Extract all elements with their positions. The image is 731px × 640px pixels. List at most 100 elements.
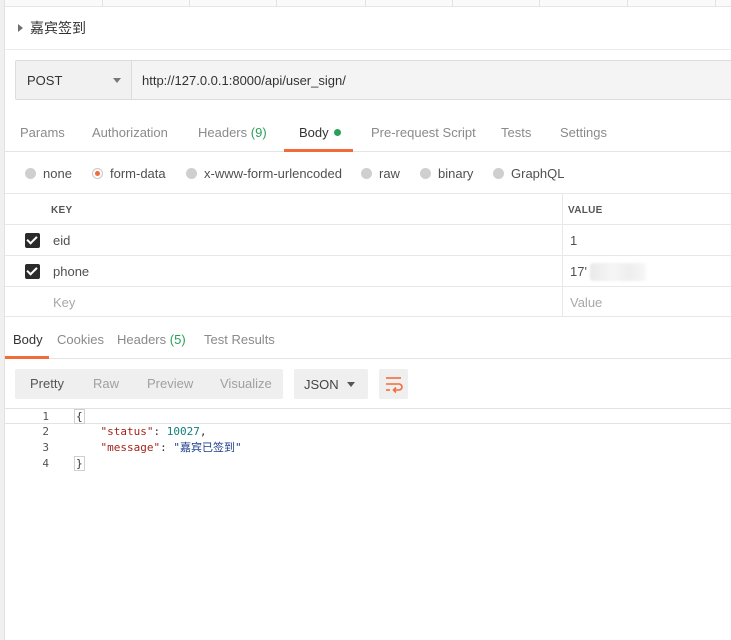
tab-pre-request-script[interactable]: Pre-request Script bbox=[371, 118, 476, 152]
row-checkbox[interactable] bbox=[25, 264, 40, 279]
table-row: eid 1 bbox=[5, 224, 731, 255]
response-tabs: Body Cookies Headers (5) Test Results bbox=[5, 326, 731, 359]
column-divider bbox=[562, 256, 563, 286]
view-visualize-button[interactable]: Visualize bbox=[220, 369, 272, 399]
tab-label: Headers bbox=[198, 125, 248, 140]
response-body-viewer[interactable]: 1 { 2 "status": 10027, 3 "message": "嘉宾已… bbox=[5, 408, 731, 472]
caret-right-icon[interactable] bbox=[18, 24, 23, 32]
request-name-header[interactable]: 嘉宾签到 bbox=[18, 18, 86, 38]
view-raw-button[interactable]: Raw bbox=[93, 369, 119, 399]
tab-label: Settings bbox=[560, 125, 607, 140]
row-checkbox[interactable] bbox=[25, 233, 40, 248]
tab-body[interactable]: Body bbox=[284, 118, 353, 152]
key-cell[interactable]: phone bbox=[53, 264, 89, 279]
radio-graphql[interactable]: GraphQL bbox=[493, 166, 564, 181]
tab-label: Body bbox=[299, 125, 329, 140]
radio-raw[interactable]: raw bbox=[361, 166, 400, 181]
request-tab-strip bbox=[5, 0, 731, 7]
divider bbox=[5, 49, 731, 50]
chevron-down-icon bbox=[347, 382, 355, 387]
tab-label: Headers bbox=[117, 332, 167, 347]
radio-selected-icon bbox=[92, 168, 103, 179]
tab-params[interactable]: Params bbox=[20, 118, 65, 152]
tab-cookies[interactable]: Cookies bbox=[57, 326, 104, 359]
tab-label: Tests bbox=[501, 125, 532, 140]
radio-label: form-data bbox=[110, 166, 166, 181]
tab-label: Pre-request Script bbox=[371, 125, 476, 140]
json-key: "message" bbox=[100, 441, 161, 454]
radio-label: GraphQL bbox=[511, 166, 565, 181]
json-value: "嘉宾已签到" bbox=[173, 441, 242, 454]
tab-label: Authorization bbox=[92, 125, 168, 140]
code-line: 2 "status": 10027, bbox=[5, 424, 731, 440]
wrap-lines-icon bbox=[386, 377, 403, 394]
line-number: 1 bbox=[42, 410, 49, 423]
key-cell[interactable]: eid bbox=[53, 233, 70, 248]
url-bar: POST http://127.0.0.1:8000/api/user_sign… bbox=[15, 60, 731, 100]
table-header-row: KEY VALUE bbox=[5, 193, 731, 224]
chevron-down-icon bbox=[113, 77, 121, 83]
status-dot-icon bbox=[333, 129, 341, 136]
tab-label: Test Results bbox=[204, 332, 275, 347]
value-cell[interactable]: 1 bbox=[570, 233, 577, 248]
view-preview-button[interactable]: Preview bbox=[147, 369, 193, 399]
key-placeholder[interactable]: Key bbox=[53, 295, 75, 310]
column-header-key: KEY bbox=[51, 205, 73, 216]
tab-divider bbox=[539, 0, 540, 7]
view-pretty-button[interactable]: Pretty bbox=[30, 369, 64, 399]
format-label: JSON bbox=[304, 376, 339, 392]
tab-count: (5) bbox=[169, 332, 186, 347]
view-mode-group: Pretty Raw Preview Visualize bbox=[15, 369, 283, 399]
open-brace: { bbox=[74, 409, 85, 424]
tab-test-results[interactable]: Test Results bbox=[204, 326, 275, 359]
radio-label: binary bbox=[438, 166, 474, 181]
radio-form-data[interactable]: form-data bbox=[92, 166, 166, 181]
column-divider bbox=[562, 287, 563, 316]
method-select[interactable]: POST bbox=[16, 61, 132, 99]
tab-divider bbox=[189, 0, 190, 7]
value-cell[interactable]: 17' bbox=[570, 264, 587, 279]
table-row-new: Key Value bbox=[5, 286, 731, 317]
tab-headers[interactable]: Headers (9) bbox=[198, 118, 267, 152]
tab-divider bbox=[276, 0, 277, 7]
wrap-lines-button[interactable] bbox=[379, 369, 408, 399]
radio-binary[interactable]: binary bbox=[420, 166, 473, 181]
format-select[interactable]: JSON bbox=[294, 369, 368, 399]
tab-authorization[interactable]: Authorization bbox=[92, 118, 168, 152]
tab-divider bbox=[102, 0, 103, 7]
tab-settings[interactable]: Settings bbox=[560, 118, 607, 152]
request-tabs: Params Authorization Headers (9) Body Pr… bbox=[5, 118, 731, 152]
json-key: "status" bbox=[100, 425, 154, 438]
json-value: 10027 bbox=[166, 425, 200, 438]
tab-response-body[interactable]: Body bbox=[5, 326, 49, 359]
radio-none[interactable]: none bbox=[25, 166, 72, 181]
tab-label: Params bbox=[20, 125, 65, 140]
method-label: POST bbox=[27, 72, 63, 88]
table-row: phone 17' bbox=[5, 255, 731, 286]
request-title: 嘉宾签到 bbox=[30, 20, 86, 36]
column-divider bbox=[562, 225, 563, 255]
close-brace: } bbox=[74, 456, 85, 471]
line-number: 4 bbox=[42, 457, 49, 470]
radio-icon bbox=[25, 168, 36, 179]
line-number: 2 bbox=[42, 425, 49, 438]
radio-label: x-www-form-urlencoded bbox=[204, 166, 342, 181]
column-header-value: VALUE bbox=[568, 205, 603, 216]
form-data-table: KEY VALUE eid 1 phone 17' Key Value bbox=[5, 193, 731, 317]
radio-x-www-form-urlencoded[interactable]: x-www-form-urlencoded bbox=[186, 166, 342, 181]
radio-icon bbox=[186, 168, 197, 179]
value-placeholder[interactable]: Value bbox=[570, 295, 602, 310]
url-input[interactable]: http://127.0.0.1:8000/api/user_sign/ bbox=[132, 61, 731, 99]
tab-divider bbox=[452, 0, 453, 7]
tab-response-headers[interactable]: Headers (5) bbox=[117, 326, 186, 359]
active-tab-indicator bbox=[284, 149, 353, 152]
redacted-value bbox=[590, 263, 646, 281]
radio-icon bbox=[493, 168, 504, 179]
code-line: 1 { bbox=[5, 408, 731, 424]
tab-tests[interactable]: Tests bbox=[501, 118, 531, 152]
tab-divider bbox=[715, 0, 716, 7]
code-line: 4 } bbox=[5, 456, 731, 472]
tab-divider bbox=[627, 0, 628, 7]
code-line: 3 "message": "嘉宾已签到" bbox=[5, 440, 731, 456]
radio-icon bbox=[420, 168, 431, 179]
